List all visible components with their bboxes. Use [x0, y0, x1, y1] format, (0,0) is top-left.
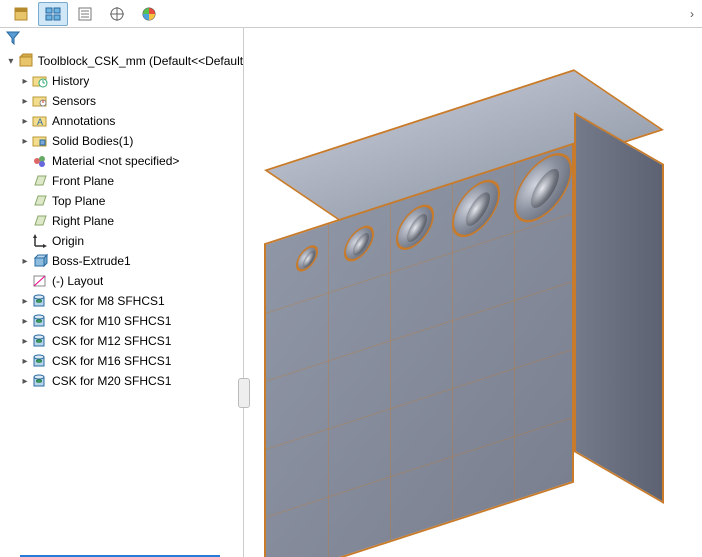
expand-icon[interactable]: ▸: [20, 336, 30, 347]
folder-sensors-icon: [32, 93, 48, 109]
folder-history-icon: [32, 73, 48, 89]
plane-icon: [32, 213, 48, 229]
tree-item-label: (-) Layout: [52, 274, 103, 288]
tree-item[interactable]: Front Plane: [0, 171, 243, 191]
tree-item-label: CSK for M8 SFHCS1: [52, 294, 165, 308]
holewiz-icon: [32, 293, 48, 309]
plane-icon: [32, 173, 48, 189]
tab-configuration-manager-icon[interactable]: [38, 2, 68, 26]
panel-tab-toolbar: ›: [0, 0, 702, 28]
material-icon: [32, 153, 48, 169]
tree-item-label: CSK for M20 SFHCS1: [52, 374, 171, 388]
tree-item[interactable]: ▸ CSK for M16 SFHCS1: [0, 351, 243, 371]
tree-item[interactable]: ▸ History: [0, 71, 243, 91]
csk-hole-m16: [452, 169, 500, 248]
expand-icon[interactable]: ▸: [20, 296, 30, 307]
csk-hole-m12: [396, 196, 434, 259]
part-icon: [18, 53, 34, 69]
tabs-overflow-icon[interactable]: ›: [682, 7, 702, 21]
holewiz-icon: [32, 313, 48, 329]
csk-hole-m10: [344, 219, 374, 268]
tree-item[interactable]: ▸ CSK for M20 SFHCS1: [0, 371, 243, 391]
tree-item[interactable]: ▸ Boss-Extrude1: [0, 251, 243, 271]
tree-item-label: CSK for M16 SFHCS1: [52, 354, 171, 368]
tree-item-label: CSK for M10 SFHCS1: [52, 314, 171, 328]
tree-item[interactable]: ▸ Sensors: [0, 91, 243, 111]
tab-feature-manager-icon[interactable]: [6, 2, 36, 26]
tree-item-label: Origin: [52, 234, 84, 248]
feature-tree-panel: ▾ Toolblock_CSK_mm (Default<<Default> ▸ H…: [0, 28, 244, 557]
filter-icon[interactable]: [6, 34, 20, 48]
model-side-face: [574, 112, 664, 504]
expand-icon[interactable]: ▸: [20, 256, 30, 267]
tree-item-label: CSK for M12 SFHCS1: [52, 334, 171, 348]
tree-item-label: Annotations: [52, 114, 115, 128]
tab-appearances-icon[interactable]: [134, 2, 164, 26]
expand-icon[interactable]: ▸: [20, 96, 30, 107]
extrude-icon: [32, 253, 48, 269]
tree-item-label: Front Plane: [52, 174, 114, 188]
graphics-viewport[interactable]: [244, 28, 702, 557]
holewiz-icon: [32, 333, 48, 349]
expand-icon[interactable]: ▸: [20, 376, 30, 387]
expand-icon[interactable]: ▸: [20, 356, 30, 367]
expand-icon[interactable]: ▸: [20, 76, 30, 87]
folder-annot-icon: A: [32, 113, 48, 129]
tree-item[interactable]: ▸ A Annotations: [0, 111, 243, 131]
tree-item[interactable]: Origin: [0, 231, 243, 251]
splitter-handle[interactable]: [238, 378, 250, 408]
holewiz-icon: [32, 353, 48, 369]
tree-item[interactable]: Right Plane: [0, 211, 243, 231]
tab-display-manager-icon[interactable]: [102, 2, 132, 26]
tree-root-label: Toolblock_CSK_mm (Default<<Default>: [38, 54, 243, 68]
expand-icon[interactable]: ▾: [6, 56, 16, 67]
sketch-icon: [32, 273, 48, 289]
folder-bodies-icon: [32, 133, 48, 149]
tree-item[interactable]: ▸ CSK for M12 SFHCS1: [0, 331, 243, 351]
tree-item[interactable]: ▸ Solid Bodies(1): [0, 131, 243, 151]
tree-item[interactable]: ▸ CSK for M10 SFHCS1: [0, 311, 243, 331]
expand-icon[interactable]: ▸: [20, 116, 30, 127]
csk-hole-m8: [296, 240, 318, 276]
tree-item-label: Right Plane: [52, 214, 114, 228]
tree-item[interactable]: ▸ CSK for M8 SFHCS1: [0, 291, 243, 311]
expand-icon[interactable]: ▸: [20, 316, 30, 327]
tree-item[interactable]: Material <not specified>: [0, 151, 243, 171]
origin-icon: [32, 233, 48, 249]
holewiz-icon: [32, 373, 48, 389]
tree-item-label: Top Plane: [52, 194, 105, 208]
tree-item-label: Material <not specified>: [52, 154, 179, 168]
tab-property-manager-icon[interactable]: [70, 2, 100, 26]
plane-icon: [32, 193, 48, 209]
tree-item-label: Sensors: [52, 94, 96, 108]
expand-icon[interactable]: ▸: [20, 136, 30, 147]
tree-item-label: History: [52, 74, 89, 88]
svg-text:A: A: [37, 117, 43, 127]
tree-item-label: Boss-Extrude1: [52, 254, 131, 268]
tree-item[interactable]: (-) Layout: [0, 271, 243, 291]
tree-item-label: Solid Bodies(1): [52, 134, 133, 148]
tree-root-part[interactable]: ▾ Toolblock_CSK_mm (Default<<Default>: [0, 51, 243, 71]
tree-item[interactable]: Top Plane: [0, 191, 243, 211]
model-front-face: [264, 143, 574, 557]
